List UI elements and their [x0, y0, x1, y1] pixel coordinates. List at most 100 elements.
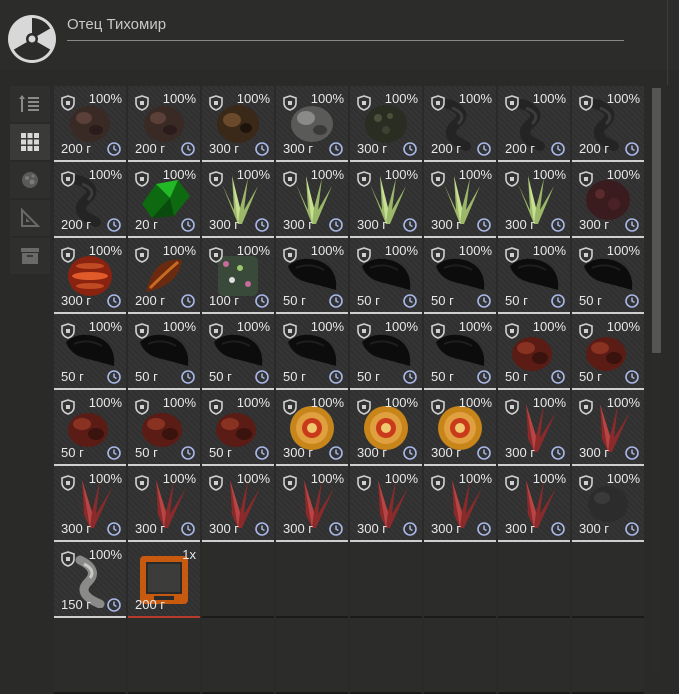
inventory-slot[interactable]: 100% 200 г: [54, 86, 126, 162]
empty-slot[interactable]: [202, 542, 274, 618]
inventory-slot[interactable]: 100% 300 г: [128, 466, 200, 542]
clock-icon: [107, 446, 121, 460]
empty-slot[interactable]: [572, 542, 644, 618]
condition-label: 100%: [88, 547, 122, 562]
empty-slot[interactable]: [202, 618, 274, 694]
inventory-slot[interactable]: 100% 50 г: [128, 314, 200, 390]
price-label: 50 г: [209, 369, 232, 384]
inventory-slot[interactable]: 100% 300 г: [424, 162, 496, 238]
empty-slot[interactable]: [498, 618, 570, 694]
empty-slot[interactable]: [276, 618, 348, 694]
inventory-slot[interactable]: 1x 200 г: [128, 542, 200, 618]
inventory-slot[interactable]: 100% 300 г: [424, 390, 496, 466]
inventory-slot[interactable]: 100% 50 г: [276, 238, 348, 314]
inventory-slot[interactable]: 100% 150 г: [54, 542, 126, 618]
divider: [667, 0, 668, 85]
condition-label: 100%: [88, 395, 122, 410]
price-label: 50 г: [357, 293, 380, 308]
price-label: 300 г: [61, 521, 92, 536]
inventory-slot[interactable]: 100% 300 г: [276, 466, 348, 542]
inventory-slot[interactable]: 100% 200 г: [54, 162, 126, 238]
inventory-slot[interactable]: 100% 300 г: [572, 390, 644, 466]
inventory-slot[interactable]: 100% 50 г: [276, 314, 348, 390]
clock-icon: [181, 370, 195, 384]
inventory-slot[interactable]: 100% 50 г: [572, 238, 644, 314]
inventory-slot[interactable]: 100% 200 г: [424, 86, 496, 162]
price-label: 300 г: [357, 445, 388, 460]
shield-icon: [283, 323, 297, 339]
inventory-slot[interactable]: 100% 300 г: [202, 86, 274, 162]
empty-slot[interactable]: [424, 618, 496, 694]
empty-slot[interactable]: [350, 542, 422, 618]
inventory-slot[interactable]: 100% 300 г: [350, 86, 422, 162]
inventory-slot[interactable]: 100% 300 г: [498, 466, 570, 542]
condition-label: 100%: [532, 167, 566, 182]
inventory-slot[interactable]: 100% 300 г: [54, 466, 126, 542]
inventory-slot[interactable]: 100% 300 г: [276, 390, 348, 466]
shield-icon: [61, 399, 75, 415]
shield-icon: [505, 323, 519, 339]
empty-slot[interactable]: [276, 542, 348, 618]
condition-label: 100%: [384, 319, 418, 334]
inventory-slot[interactable]: 100% 50 г: [128, 390, 200, 466]
clock-icon: [403, 370, 417, 384]
inventory-slot[interactable]: 100% 300 г: [202, 466, 274, 542]
inventory-slot[interactable]: 100% 50 г: [424, 314, 496, 390]
artifact-filter-button[interactable]: [10, 162, 50, 198]
empty-slot[interactable]: [350, 618, 422, 694]
inventory-slot[interactable]: 100% 200 г: [128, 86, 200, 162]
inventory-slot[interactable]: 100% 50 г: [350, 238, 422, 314]
inventory-slot[interactable]: 100% 200 г: [572, 86, 644, 162]
clock-icon: [403, 294, 417, 308]
price-label: 150 г: [61, 597, 92, 612]
sort-icon: [19, 95, 39, 112]
empty-slot[interactable]: [424, 542, 496, 618]
grid-view-button[interactable]: [10, 124, 50, 160]
inventory-slot[interactable]: 100% 100 г: [202, 238, 274, 314]
empty-slot[interactable]: [54, 618, 126, 694]
clock-icon: [107, 370, 121, 384]
price-label: 300 г: [431, 521, 462, 536]
empty-slot[interactable]: [572, 618, 644, 694]
shield-icon: [505, 475, 519, 491]
clock-icon: [181, 142, 195, 156]
inventory-slot[interactable]: 100% 300 г: [572, 162, 644, 238]
clock-icon: [477, 218, 491, 232]
inventory-slot[interactable]: 100% 300 г: [572, 466, 644, 542]
tools-filter-button[interactable]: [10, 200, 50, 236]
inventory-slot[interactable]: 100% 300 г: [202, 162, 274, 238]
inventory-slot[interactable]: 100% 300 г: [498, 162, 570, 238]
price-label: 300 г: [505, 445, 536, 460]
inventory-slot[interactable]: 100% 50 г: [572, 314, 644, 390]
inventory-slot[interactable]: 100% 200 г: [128, 238, 200, 314]
inventory-slot[interactable]: 100% 300 г: [424, 466, 496, 542]
inventory-slot[interactable]: 100% 50 г: [424, 238, 496, 314]
inventory-slot[interactable]: 100% 200 г: [498, 86, 570, 162]
sort-button[interactable]: [10, 86, 50, 122]
inventory-slot[interactable]: 100% 50 г: [498, 314, 570, 390]
condition-label: 1x: [182, 547, 196, 562]
inventory-slot[interactable]: 100% 300 г: [350, 162, 422, 238]
inventory-slot[interactable]: 100% 20 г: [128, 162, 200, 238]
price-label: 200 г: [505, 141, 536, 156]
price-label: 50 г: [283, 293, 306, 308]
inventory-slot[interactable]: 100% 50 г: [202, 390, 274, 466]
inventory-slot[interactable]: 100% 50 г: [350, 314, 422, 390]
inventory-slot[interactable]: 100% 50 г: [54, 314, 126, 390]
condition-label: 100%: [532, 395, 566, 410]
empty-slot[interactable]: [498, 542, 570, 618]
scrollbar-thumb[interactable]: [652, 88, 661, 353]
inventory-slot[interactable]: 100% 300 г: [54, 238, 126, 314]
storage-filter-button[interactable]: [10, 238, 50, 274]
inventory-slot[interactable]: 100% 300 г: [276, 86, 348, 162]
inventory-slot[interactable]: 100% 300 г: [276, 162, 348, 238]
price-label: 300 г: [357, 217, 388, 232]
inventory-slot[interactable]: 100% 300 г: [350, 390, 422, 466]
shield-icon: [579, 475, 593, 491]
inventory-slot[interactable]: 100% 50 г: [202, 314, 274, 390]
inventory-slot[interactable]: 100% 50 г: [54, 390, 126, 466]
inventory-slot[interactable]: 100% 50 г: [498, 238, 570, 314]
empty-slot[interactable]: [128, 618, 200, 694]
inventory-slot[interactable]: 100% 300 г: [350, 466, 422, 542]
inventory-slot[interactable]: 100% 300 г: [498, 390, 570, 466]
